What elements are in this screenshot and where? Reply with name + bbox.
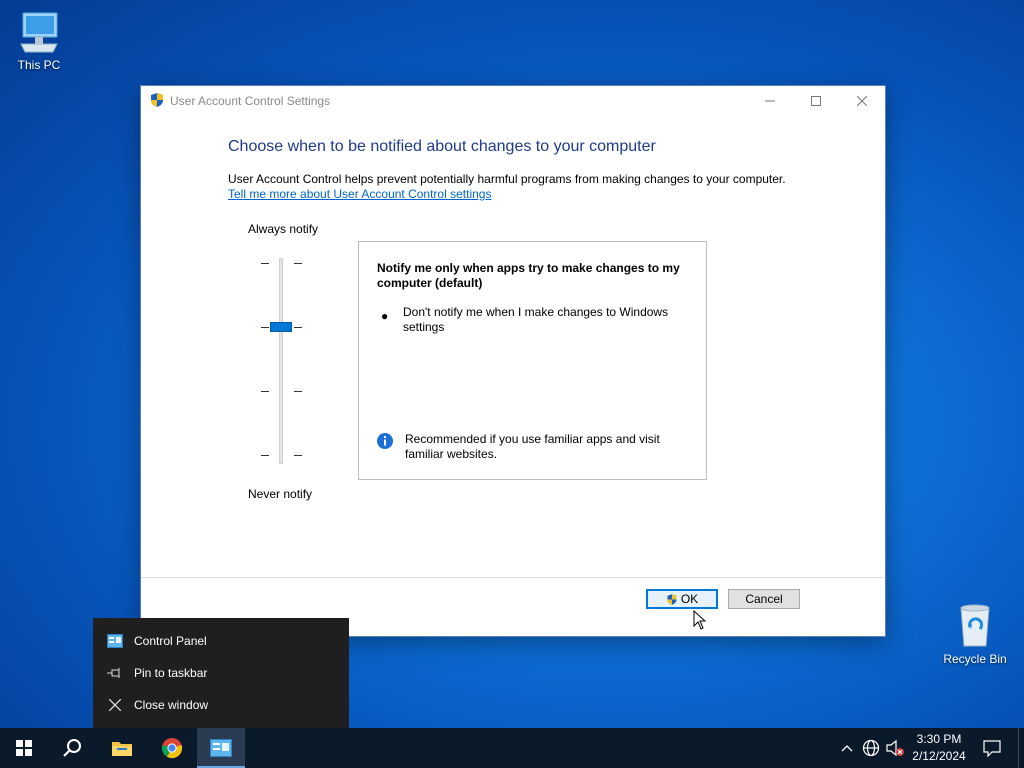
clock-date: 2/12/2024 xyxy=(912,749,966,763)
notification-icon xyxy=(983,740,1001,757)
control-panel-icon xyxy=(105,634,125,648)
description-text: User Account Control helps prevent poten… xyxy=(228,172,786,186)
taskbar-chrome[interactable] xyxy=(148,728,196,768)
chrome-icon xyxy=(161,738,183,759)
jumplist-item-label: Pin to taskbar xyxy=(134,666,208,680)
taskbar-clock[interactable]: 3:30 PM 2/12/2024 xyxy=(906,731,972,765)
slider-thumb[interactable] xyxy=(270,322,292,332)
folder-icon xyxy=(112,742,132,756)
windows-logo-icon xyxy=(16,740,32,756)
close-icon xyxy=(857,96,867,106)
taskbar: 3:30 PM 2/12/2024 xyxy=(0,728,1024,768)
chevron-up-icon xyxy=(841,745,853,752)
jumplist-item-close-window[interactable]: Close window xyxy=(93,690,349,720)
slider-tick-right-1 xyxy=(294,263,302,264)
recycle-bin-label: Recycle Bin xyxy=(943,652,1007,666)
slider-tick-right-4 xyxy=(294,455,302,456)
minimize-icon xyxy=(765,100,775,102)
this-pc-desktop-icon[interactable]: This PC xyxy=(4,10,74,72)
maximize-button[interactable] xyxy=(793,86,839,116)
this-pc-label: This PC xyxy=(17,58,61,72)
slider-tick-left-4 xyxy=(261,455,269,456)
jumplist-item-label: Control Panel xyxy=(134,634,207,648)
search-button[interactable] xyxy=(48,728,96,768)
slider-tick-right-3 xyxy=(294,391,302,392)
level-title: Notify me only when apps try to make cha… xyxy=(377,261,680,290)
action-center-button[interactable] xyxy=(978,728,1006,768)
control-panel-icon xyxy=(210,739,232,757)
computer-icon xyxy=(20,12,58,53)
jumplist-item-control-panel[interactable]: Control Panel xyxy=(93,626,349,656)
minimize-button[interactable] xyxy=(747,86,793,116)
close-icon xyxy=(105,699,125,711)
slider-tick-left-2 xyxy=(261,327,269,328)
level-bullet-text: Don't notify me when I make changes to W… xyxy=(403,305,669,334)
window-titlebar[interactable]: User Account Control Settings xyxy=(141,86,885,116)
bullet-icon: ● xyxy=(381,309,389,323)
uac-settings-window: User Account Control Settings Choose whe… xyxy=(140,85,886,637)
notification-level-slider-track[interactable] xyxy=(279,258,283,464)
info-icon xyxy=(376,432,394,455)
page-heading: Choose when to be notified about changes… xyxy=(228,138,656,155)
mouse-pointer-icon xyxy=(693,610,707,630)
volume-muted-icon xyxy=(886,739,904,757)
maximize-icon xyxy=(811,96,821,106)
slider-bottom-label: Never notify xyxy=(248,487,313,501)
pin-icon xyxy=(105,668,125,678)
taskbar-control-panel[interactable] xyxy=(197,728,245,768)
slider-tick-left-3 xyxy=(261,391,269,392)
footer-divider xyxy=(141,577,885,578)
learn-more-link[interactable]: Tell me more about User Account Control … xyxy=(228,187,491,201)
slider-tick-left-1 xyxy=(261,263,269,264)
taskbar-file-explorer[interactable] xyxy=(98,728,146,768)
ok-button-label: OK xyxy=(680,592,699,606)
slider-tick-right-2 xyxy=(294,327,302,328)
cancel-button-label: Cancel xyxy=(745,592,783,606)
recycle-bin-icon xyxy=(960,604,990,647)
window-title: User Account Control Settings xyxy=(170,94,331,108)
network-tray-button[interactable] xyxy=(860,728,882,768)
taskbar-jump-list: Control Panel Pin to taskbar Close windo… xyxy=(93,618,349,728)
globe-icon xyxy=(862,739,880,757)
clock-time: 3:30 PM xyxy=(916,732,962,746)
uac-shield-icon xyxy=(667,593,677,605)
recycle-bin-desktop-icon[interactable]: Recycle Bin xyxy=(940,602,1010,666)
ok-button[interactable]: OK xyxy=(646,589,718,609)
start-button[interactable] xyxy=(0,728,48,768)
cancel-button[interactable]: Cancel xyxy=(728,589,800,609)
volume-tray-button[interactable] xyxy=(884,728,906,768)
slider-top-label: Always notify xyxy=(248,222,319,236)
close-button[interactable] xyxy=(839,86,885,116)
show-hidden-icons-button[interactable] xyxy=(838,728,856,768)
search-icon xyxy=(63,739,81,757)
show-desktop-button[interactable] xyxy=(1018,728,1024,768)
uac-shield-icon xyxy=(149,92,165,113)
level-description-box: Notify me only when apps try to make cha… xyxy=(358,241,707,480)
recommendation-text: Recommended if you use familiar apps and… xyxy=(405,432,660,461)
jumplist-item-label: Close window xyxy=(134,698,209,712)
jumplist-item-pin-to-taskbar[interactable]: Pin to taskbar xyxy=(93,658,349,688)
